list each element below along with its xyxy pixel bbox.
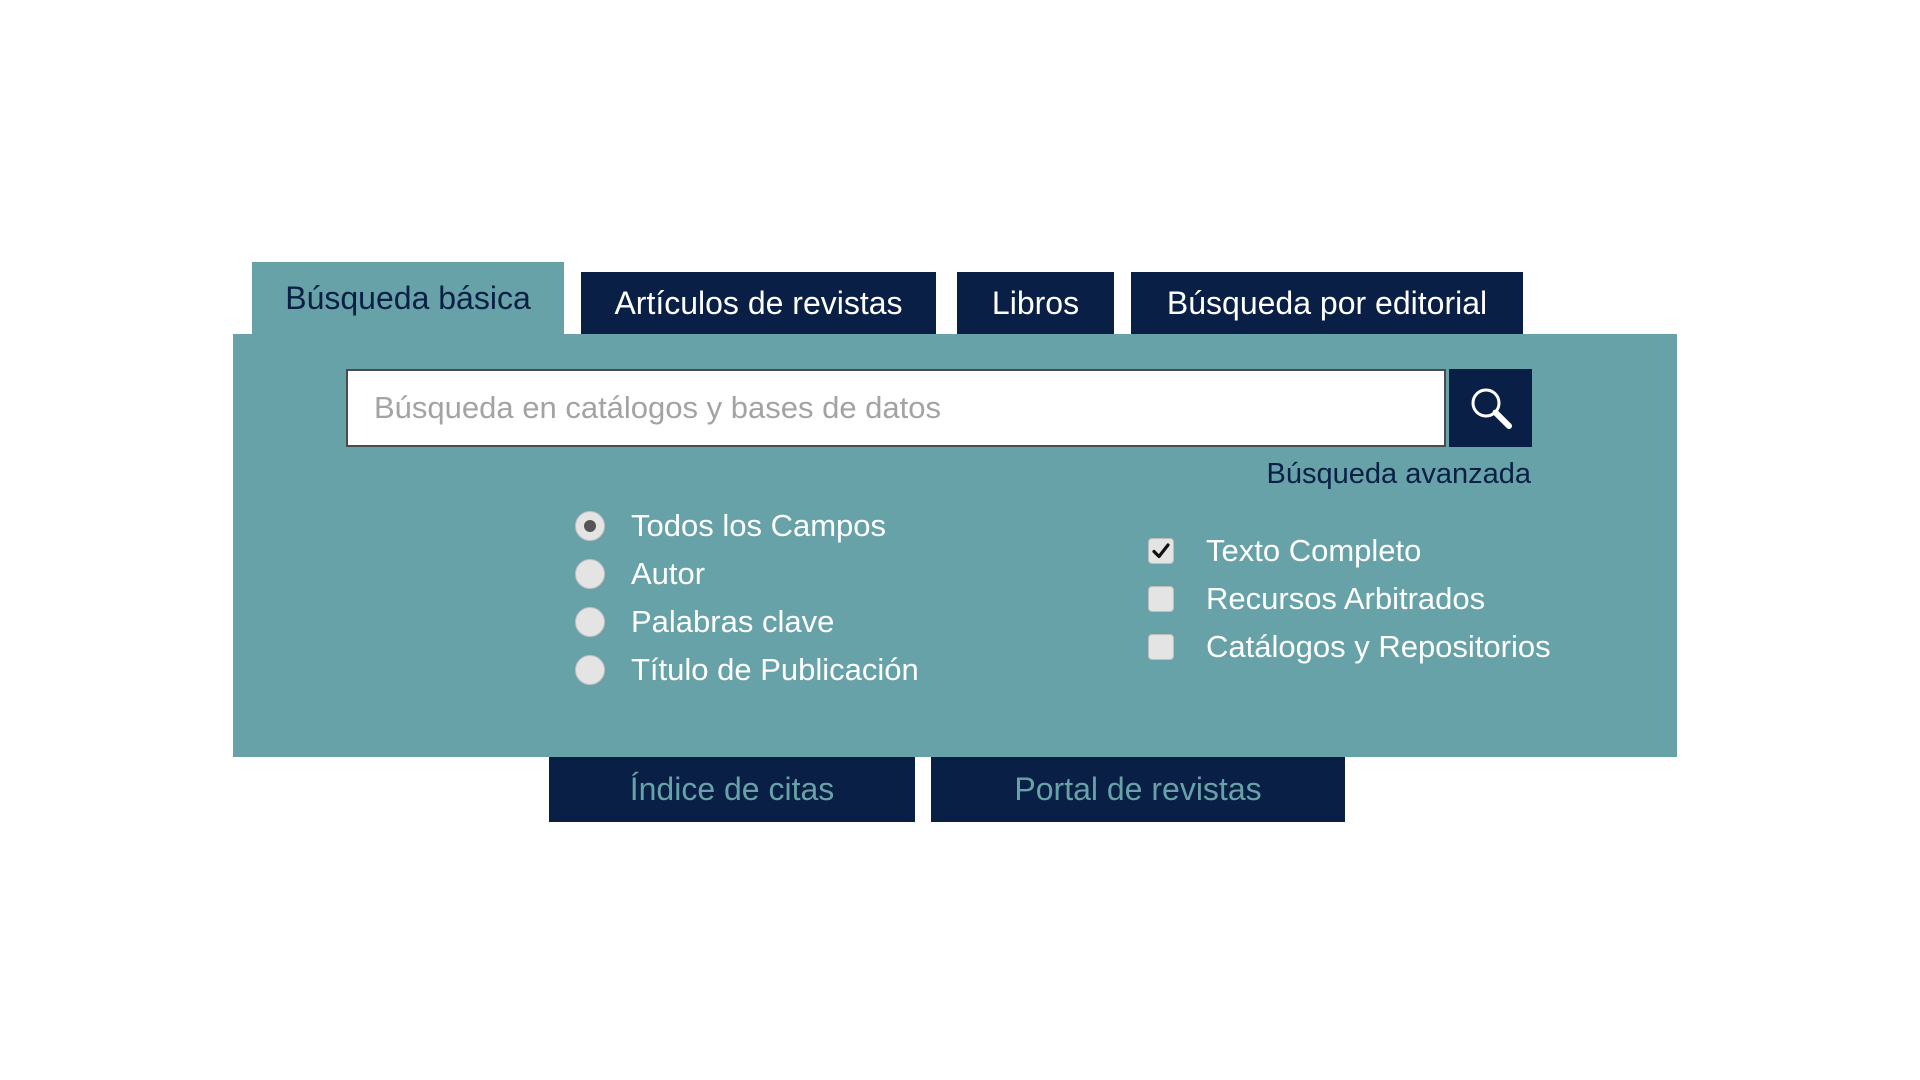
tab-busqueda-basica[interactable]: Búsqueda básica [252,262,564,334]
checkbox-option-catalogos-y-repositorios[interactable]: Catálogos y Repositorios [1148,623,1551,671]
search-widget: Búsqueda básica Artículos de revistas Li… [0,0,1920,1080]
radio-option-autor[interactable]: Autor [575,550,919,598]
tab-articulos-de-revistas[interactable]: Artículos de revistas [581,272,936,334]
checkbox[interactable] [1148,586,1174,612]
radio-selected-dot [584,520,596,532]
filter-checkbox-group: Texto Completo Recursos Arbitrados Catál… [1148,527,1551,671]
tab-libros[interactable]: Libros [957,272,1114,334]
radio-button[interactable] [575,559,605,589]
portal-de-revistas-button[interactable]: Portal de revistas [931,757,1345,822]
search-field-radio-group: Todos los Campos Autor Palabras clave Tí… [575,502,919,694]
radio-option-palabras-clave[interactable]: Palabras clave [575,598,919,646]
radio-label: Título de Publicación [631,652,919,687]
radio-button[interactable] [575,607,605,637]
indice-de-citas-button[interactable]: Índice de citas [549,757,915,822]
checkbox[interactable] [1148,634,1174,660]
checkbox-option-recursos-arbitrados[interactable]: Recursos Arbitrados [1148,575,1551,623]
checkbox-label: Texto Completo [1206,533,1422,568]
radio-button[interactable] [575,511,605,541]
checkbox-label: Recursos Arbitrados [1206,581,1486,616]
search-input[interactable] [346,369,1446,447]
checkbox-label: Catálogos y Repositorios [1206,629,1551,664]
checkbox[interactable] [1148,538,1174,564]
search-panel: Búsqueda avanzada Todos los Campos Autor… [233,334,1677,757]
radio-label: Todos los Campos [631,508,887,543]
checkmark-icon [1152,543,1170,559]
advanced-search-link[interactable]: Búsqueda avanzada [1267,458,1531,491]
radio-option-todos-los-campos[interactable]: Todos los Campos [575,502,919,550]
search-icon [1471,388,1512,429]
radio-button[interactable] [575,655,605,685]
radio-option-titulo-de-publicacion[interactable]: Título de Publicación [575,646,919,694]
radio-label: Palabras clave [631,604,835,639]
checkbox-option-texto-completo[interactable]: Texto Completo [1148,527,1551,575]
search-button[interactable] [1449,369,1532,447]
radio-label: Autor [631,556,706,591]
tab-busqueda-por-editorial[interactable]: Búsqueda por editorial [1131,272,1523,334]
